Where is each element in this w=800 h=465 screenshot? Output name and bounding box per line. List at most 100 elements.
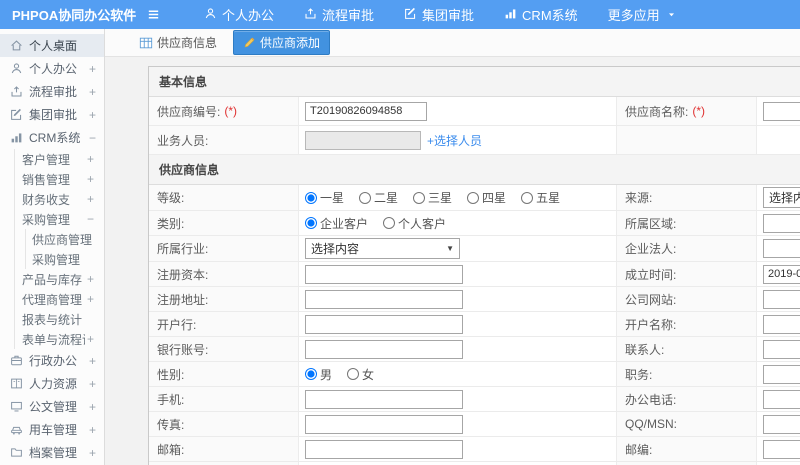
sidebar-item-workflow-approval[interactable]: 流程审批 + (0, 80, 104, 103)
gender-radio[interactable] (305, 368, 317, 380)
expand-icon[interactable]: + (89, 400, 96, 414)
expand-icon[interactable]: + (89, 85, 96, 99)
bank-branch-input[interactable] (305, 314, 463, 334)
sidebar-item-admin-office[interactable]: 行政办公 + (0, 349, 104, 372)
expand-icon[interactable]: + (87, 192, 94, 206)
expand-icon[interactable]: + (89, 354, 96, 368)
account-name-input[interactable] (763, 314, 800, 334)
sidebar-item-purchase-mgmt[interactable]: 采购管理 − (15, 209, 104, 229)
radio-label: 二星 (374, 191, 399, 205)
expand-icon[interactable]: + (87, 152, 94, 166)
expand-icon[interactable]: + (87, 272, 94, 286)
source-select[interactable]: 选择内容▼ (763, 187, 800, 208)
hamburger-icon[interactable] (146, 7, 161, 22)
field-label (617, 126, 757, 154)
sidebar-item-human-resources[interactable]: 人力资源 + (0, 372, 104, 395)
grade-option[interactable]: 五星 (521, 189, 560, 206)
expand-icon[interactable]: + (89, 423, 96, 437)
sidebar-item-label: 产品与库存 (22, 272, 83, 287)
field-label: 开户名称: (617, 312, 757, 336)
sidebar-item-agent-mgmt[interactable]: 代理商管理 + (15, 289, 104, 309)
field-label-text: 公司网站: (625, 292, 677, 307)
postcode-input[interactable] (763, 439, 800, 459)
collapse-icon[interactable]: − (87, 212, 94, 226)
sidebar-item-personal-office[interactable]: 个人办公 + (0, 57, 104, 80)
topbar-item-personal-office[interactable]: 个人办公 (189, 0, 289, 29)
topbar-item-group-approval[interactable]: 集团审批 (389, 0, 489, 29)
fax-input[interactable] (305, 414, 463, 434)
sidebar-item-group-approval[interactable]: 集团审批 + (0, 103, 104, 126)
field-label: 联系人: (617, 337, 757, 361)
edit-icon (10, 108, 23, 121)
grade-radio[interactable] (413, 191, 426, 204)
sidebar-item-form-flow-settings[interactable]: 表单与流程设置+ (15, 329, 104, 349)
tab-supplier-add[interactable]: 供应商添加 (233, 30, 331, 55)
form-row: 供应商编号:(*)供应商名称:(*) (149, 97, 800, 126)
contact-person-input[interactable] (763, 339, 800, 359)
grade-radio[interactable] (521, 191, 534, 204)
grade-option[interactable]: 一星 (305, 189, 344, 206)
supplier-name-input[interactable] (763, 101, 800, 121)
supplier-code-input[interactable] (305, 101, 427, 121)
expand-icon[interactable]: + (89, 62, 96, 76)
mobile-input[interactable] (305, 389, 463, 409)
form-row: 传真: QQ/MSN: (149, 412, 800, 437)
sidebar-item-customer-mgmt[interactable]: 客户管理 + (15, 149, 104, 169)
sidebar-item-purchase-mgmt-sub[interactable]: 采购管理 (26, 249, 104, 269)
field-cell (757, 387, 800, 411)
grade-option[interactable]: 三星 (413, 189, 452, 206)
gender-option[interactable]: 女 (347, 366, 374, 383)
category-option[interactable]: 企业客户 (305, 215, 368, 232)
expand-icon[interactable]: + (87, 172, 94, 186)
sidebar-item-finance-income[interactable]: 财务收支 + (15, 189, 104, 209)
sidebar-item-personal-desktop[interactable]: 个人桌面 (0, 34, 104, 57)
category-radio[interactable] (305, 217, 317, 229)
category-radio[interactable] (383, 217, 396, 229)
sidebar-item-sales-mgmt[interactable]: 销售管理 + (15, 169, 104, 189)
sidebar-item-vehicle-mgmt[interactable]: 用车管理 + (0, 418, 104, 441)
collapse-icon[interactable]: − (89, 131, 96, 145)
qq-msn-input[interactable] (763, 414, 800, 434)
industry-select[interactable]: 选择内容 ▼ (305, 238, 460, 259)
office-phone-input[interactable] (763, 389, 800, 409)
grade-option[interactable]: 四星 (467, 189, 506, 206)
sidebar-item-archive-mgmt[interactable]: 档案管理 + (0, 441, 104, 464)
topbar-item-workflow-approval[interactable]: 流程审批 (289, 0, 389, 29)
field-label-text: 联系人: (625, 342, 665, 357)
registered-address-input[interactable] (305, 289, 463, 309)
sidebar-item-crm-system[interactable]: CRM系统 − (0, 126, 104, 149)
founded-date-input[interactable] (763, 264, 800, 284)
sidebar-item-supplier-mgmt[interactable]: 供应商管理 (26, 229, 104, 249)
topbar-item-crm-system[interactable]: CRM系统 (489, 0, 593, 29)
tab-supplier-info[interactable]: 供应商信息 (133, 31, 223, 54)
expand-icon[interactable]: + (89, 446, 96, 460)
sidebar-item-reports-stats[interactable]: 报表与统计 (15, 309, 104, 329)
topbar-item-more-apps[interactable]: 更多应用 (593, 0, 691, 29)
expand-icon[interactable]: + (87, 332, 94, 346)
category-option[interactable]: 个人客户 (383, 215, 446, 232)
expand-icon[interactable]: + (89, 108, 96, 122)
expand-icon[interactable]: + (87, 292, 94, 306)
email-input[interactable] (305, 439, 463, 459)
region-input[interactable] (763, 213, 800, 233)
grade-radio[interactable] (467, 191, 480, 204)
sidebar-item-product-inventory[interactable]: 产品与库存 + (15, 269, 104, 289)
grade-option[interactable]: 二星 (359, 189, 398, 206)
field-cell (299, 287, 617, 311)
legal-person-input[interactable] (763, 239, 800, 258)
gender-option[interactable]: 男 (305, 366, 332, 383)
grade-radio[interactable] (359, 191, 372, 204)
company-website-input[interactable] (763, 289, 800, 309)
expand-icon[interactable]: + (89, 377, 96, 391)
field-cell: 一星 二星 三星 四星 五星 (299, 185, 617, 210)
position-input[interactable] (763, 364, 800, 384)
form-row: 邮箱: 邮编: (149, 437, 800, 462)
registered-capital-input[interactable] (305, 264, 463, 284)
grade-radio[interactable] (305, 191, 317, 204)
sidebar-item-document-mgmt[interactable]: 公文管理 + (0, 395, 104, 418)
bank-account-input[interactable] (305, 339, 463, 359)
sidebar-item-label: 销售管理 (22, 172, 71, 187)
choose-person-link[interactable]: +选择人员 (427, 132, 482, 149)
gender-radio[interactable] (347, 368, 360, 380)
business-person-input[interactable] (305, 130, 421, 150)
